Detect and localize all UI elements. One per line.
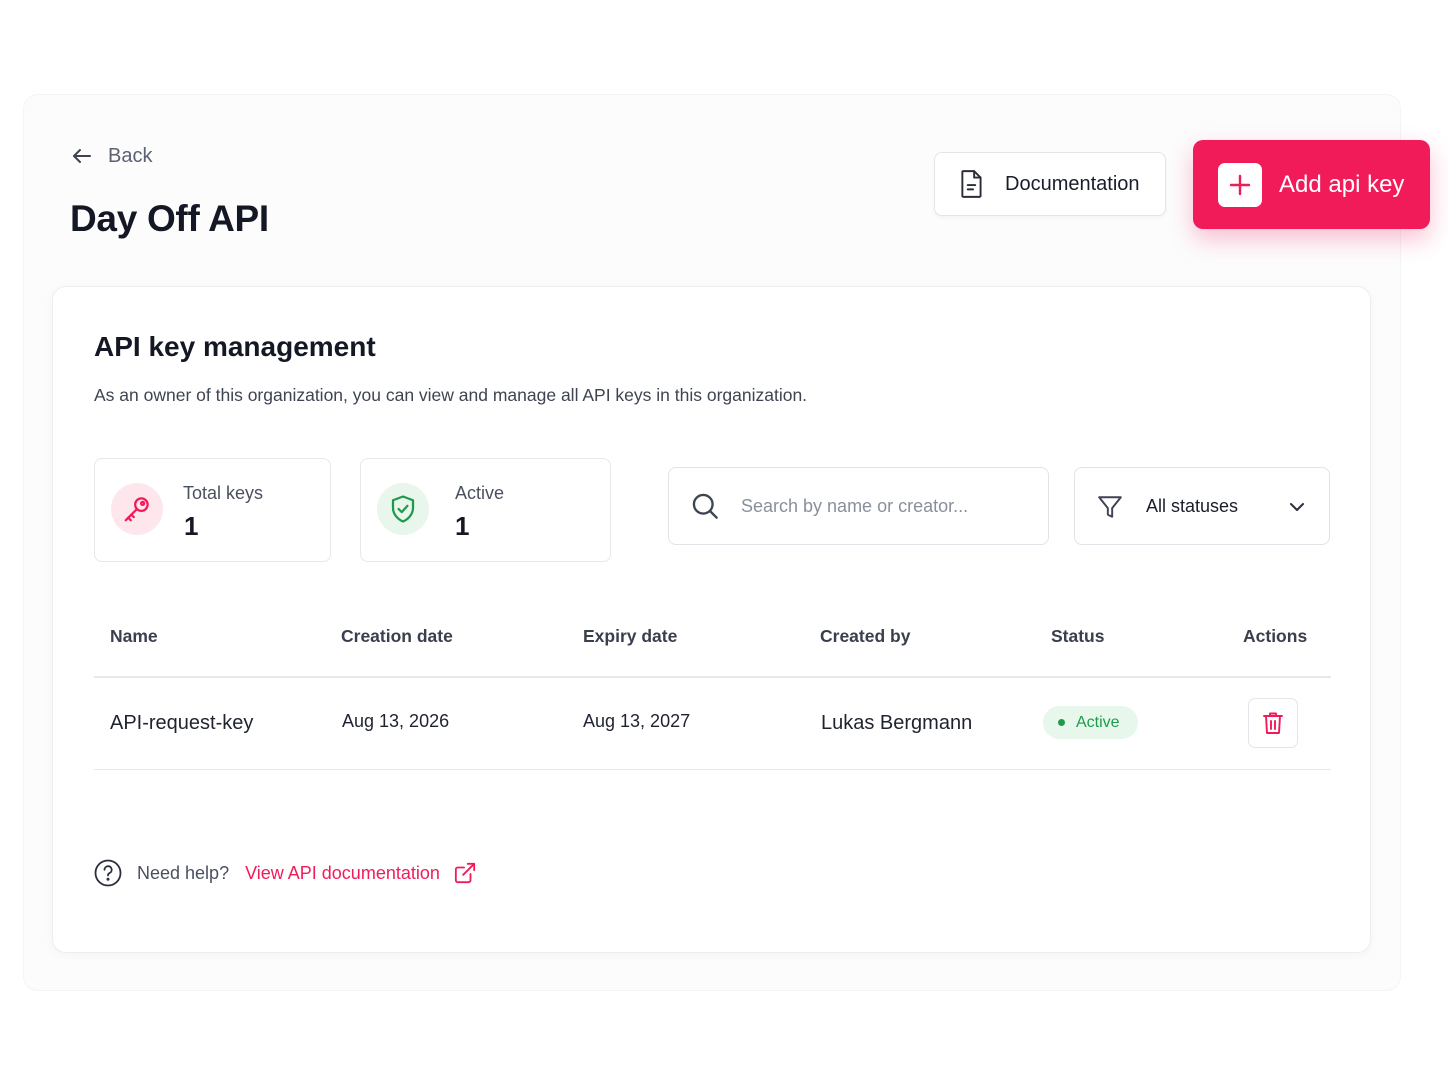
column-header-actions: Actions [1243, 626, 1308, 646]
card-subtitle: As an owner of this organization, you ca… [94, 385, 808, 405]
stat-active: Active 1 [360, 458, 611, 562]
status-badge-label: Active [1076, 713, 1120, 731]
help-section: Need help? View API documentation [94, 858, 476, 888]
documentation-button[interactable]: Documentation [934, 152, 1166, 216]
stat-label: Active [455, 483, 505, 503]
status-filter-value: All statuses [1146, 496, 1239, 516]
help-prompt: Need help? [137, 862, 230, 883]
cell-expiry-date: Aug 13, 2027 [583, 711, 691, 731]
table-header-divider [94, 676, 1331, 678]
shield-check-icon [377, 483, 429, 535]
search-input[interactable] [741, 488, 1031, 524]
add-api-key-button[interactable]: Add api key [1193, 140, 1430, 229]
document-icon [961, 170, 982, 198]
stat-value: 1 [184, 511, 199, 541]
delete-key-button[interactable] [1248, 698, 1298, 748]
stat-total-keys: Total keys 1 [94, 458, 331, 562]
stat-label: Total keys [183, 483, 264, 503]
key-icon [111, 483, 163, 535]
add-api-key-label: Add api key [1279, 170, 1405, 198]
column-header-status: Status [1051, 626, 1105, 646]
status-badge: Active [1043, 706, 1138, 739]
documentation-label: Documentation [1005, 172, 1140, 195]
status-filter-dropdown[interactable]: All statuses [1074, 467, 1330, 545]
help-circle-icon [94, 859, 122, 887]
page-title: Day Off API [70, 198, 269, 239]
column-header-created-by: Created by [820, 626, 911, 646]
table-row-divider [94, 769, 1331, 770]
status-dot [1058, 719, 1065, 726]
trash-icon [1263, 712, 1283, 734]
back-label: Back [108, 144, 153, 167]
chevron-down-icon [1290, 503, 1304, 511]
cell-creation-date: Aug 13, 2026 [342, 711, 450, 731]
filter-icon [1098, 496, 1122, 518]
api-key-card: API key management As an owner of this o… [52, 286, 1371, 953]
back-link[interactable]: Back [70, 142, 152, 170]
column-header-name: Name [110, 626, 158, 646]
cell-created-by: Lukas Bergmann [821, 712, 973, 734]
cell-key-name: API-request-key [110, 712, 254, 734]
view-api-documentation-label: View API documentation [245, 862, 440, 883]
column-header-expiry-date: Expiry date [583, 626, 678, 646]
column-header-creation-date: Creation date [341, 626, 453, 646]
search-box [668, 467, 1049, 545]
arrow-left-icon [73, 149, 91, 163]
plus-icon [1218, 162, 1262, 207]
stat-value: 1 [455, 511, 470, 541]
external-link-icon [454, 862, 475, 884]
search-icon [692, 493, 718, 519]
card-title: API key management [94, 331, 376, 362]
view-api-documentation-link[interactable]: View API documentation [245, 862, 476, 884]
